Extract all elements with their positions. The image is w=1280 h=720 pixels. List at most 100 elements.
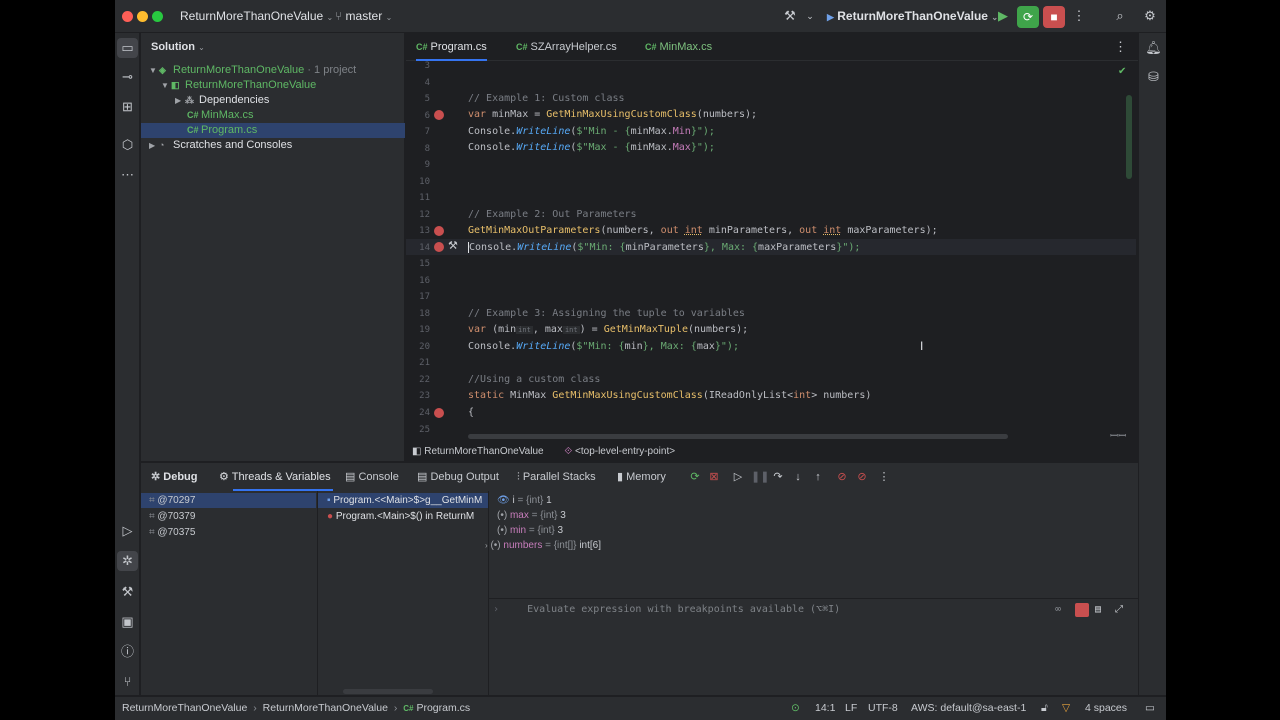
thread-item[interactable]: ⌗ @70297	[149, 495, 195, 506]
line-ending[interactable]: LF	[845, 697, 857, 720]
build-hammer-icon[interactable]: ⚒	[781, 7, 799, 25]
breakpoint-icon[interactable]	[434, 226, 444, 236]
tree-item-dependencies[interactable]: ▶ ⁂ Dependencies	[141, 93, 405, 108]
variable-row[interactable]: › (•) numbers = {int[]} int[6]	[485, 540, 601, 551]
gear-icon[interactable]: ⚙	[1141, 7, 1159, 25]
breakpoint-icon[interactable]	[434, 110, 444, 120]
chevron-right-icon[interactable]: ›	[485, 541, 488, 550]
more-horizontal-icon[interactable]: ⋯	[115, 165, 140, 185]
variable-value: 1	[546, 495, 552, 506]
mute-breakpoints-icon[interactable]: ⊘	[855, 469, 869, 485]
rerun-icon[interactable]: ⟳	[688, 469, 702, 485]
run-configuration-selector[interactable]: ▶ ReturnMoreThanOneValue ⌄	[827, 9, 998, 23]
tree-item-scratches[interactable]: ▶ ◔ Scratches and Consoles	[141, 138, 405, 153]
tree-item-solution[interactable]: ▼ ◈ ReturnMoreThanOneValue · 1 project	[141, 63, 405, 78]
debug-bug-icon[interactable]: ✲	[117, 551, 138, 571]
editor-horizontal-scrollbar[interactable]	[468, 434, 1008, 439]
more-vertical-icon[interactable]: ⋮	[1070, 7, 1088, 25]
tab-console[interactable]: ▤ Console	[345, 469, 399, 485]
tab-memory[interactable]: ▮ Memory	[617, 469, 666, 485]
tab-threads-variables[interactable]: ⚙ Threads & Variables	[219, 469, 331, 485]
tree-item-minmax[interactable]: C# MinMax.cs	[141, 108, 405, 123]
maximize-window-button[interactable]	[152, 11, 163, 22]
git-icon[interactable]: ⑂	[115, 672, 140, 692]
breadcrumb-project[interactable]: ReturnMoreThanOneValue	[424, 446, 543, 457]
pause-icon[interactable]: ❚❚	[751, 469, 769, 485]
status-path-item[interactable]: ReturnMoreThanOneValue	[122, 702, 247, 714]
resume-icon[interactable]: ▷	[731, 469, 745, 485]
line-number: 17	[419, 292, 430, 302]
evaluate-expression-bar[interactable]: › Evaluate expression with breakpoints a…	[489, 598, 1138, 620]
packages-icon[interactable]: ⬡	[115, 135, 140, 155]
code-class: Console	[468, 242, 512, 253]
breadcrumb-member[interactable]: <top-level-entry-point>	[575, 446, 675, 457]
expand-icon[interactable]: ⤢	[1115, 599, 1123, 621]
frame-item[interactable]: ● Program.<Main>$() in ReturnM	[327, 511, 474, 522]
tab-minmax-cs[interactable]: C# MinMax.cs	[645, 33, 712, 61]
tab-debug-output[interactable]: ▤ Debug Output	[417, 469, 499, 485]
tree-item-project[interactable]: ▼ ◧ ReturnMoreThanOneValue	[141, 78, 405, 93]
watches-icon[interactable]: ▤	[1095, 599, 1101, 621]
step-over-icon[interactable]: ↷	[771, 469, 785, 485]
debug-rerun-button[interactable]: ⟳	[1017, 6, 1039, 28]
thread-item[interactable]: ⌗ @70379	[149, 511, 195, 522]
project-selector[interactable]: ReturnMoreThanOneValue ⌄	[180, 9, 333, 23]
commit-icon[interactable]: ⊸	[115, 67, 140, 87]
tab-debug[interactable]: ✲ Debug	[151, 469, 198, 485]
search-icon[interactable]: ⌕	[1111, 7, 1129, 25]
glasses-icon[interactable]: ∞	[1055, 599, 1061, 621]
tab-program-cs[interactable]: C# Program.cs	[416, 33, 487, 61]
frames-scrollbar[interactable]	[343, 689, 433, 694]
folder-icon[interactable]: ▭	[117, 38, 138, 58]
variable-row[interactable]: 👁︎ i = {int} 1	[497, 495, 552, 506]
tab-szarrayhelper-cs[interactable]: C# SZArrayHelper.cs	[516, 33, 617, 61]
breakpoint-icon[interactable]	[434, 242, 444, 252]
tree-item-program[interactable]: C# Program.cs	[141, 123, 405, 138]
more-vertical-icon[interactable]: ⋮	[1114, 33, 1127, 61]
inspection-ok-icon[interactable]: ⊙	[791, 697, 800, 720]
step-into-icon[interactable]: ↓	[791, 469, 805, 485]
filter-icon[interactable]: ▽	[1062, 697, 1070, 720]
notifications-icon[interactable]: 🔔︎	[1141, 38, 1166, 58]
build-tool-icon[interactable]: ⚒	[115, 582, 140, 602]
variable-type: {int}	[537, 525, 555, 536]
reader-mode-icon[interactable]: ꟷꟷ	[1110, 428, 1126, 442]
solution-header[interactable]: Solution ⌄	[151, 41, 205, 53]
lock-icon[interactable]: 🔓︎	[1041, 697, 1048, 720]
problems-icon[interactable]: ⓘ	[115, 642, 140, 662]
more-vertical-icon[interactable]: ⋮	[877, 469, 891, 485]
chevron-down-icon: ⌄	[198, 43, 205, 52]
stop-icon[interactable]: ⊠	[707, 469, 721, 485]
thread-item[interactable]: ⌗ @70375	[149, 527, 195, 538]
stop-button[interactable]: ■	[1043, 6, 1065, 28]
close-window-button[interactable]	[122, 11, 133, 22]
chevron-down-icon[interactable]: ⌄	[801, 7, 819, 25]
hammer-icon[interactable]: ⚒	[448, 239, 458, 252]
code-property: Min	[672, 126, 691, 137]
variable-row[interactable]: (•) min = {int} 3	[497, 525, 563, 536]
indent-setting[interactable]: 4 spaces	[1085, 697, 1127, 720]
minimize-window-button[interactable]	[137, 11, 148, 22]
database-icon[interactable]: ⛁	[1141, 67, 1166, 87]
status-path-item[interactable]: Program.cs	[416, 702, 470, 714]
step-out-icon[interactable]: ↑	[811, 469, 825, 485]
code-text: (numbers,	[600, 225, 661, 236]
project-name: ReturnMoreThanOneValue	[180, 9, 324, 23]
status-path-item[interactable]: ReturnMoreThanOneValue	[263, 702, 388, 714]
caret-position[interactable]: 14:1	[815, 697, 835, 720]
run-tool-icon[interactable]: ▷	[115, 521, 140, 541]
frame-item[interactable]: ▪ Program.<<Main>$>g__GetMinM	[327, 495, 482, 506]
breakpoint-icon[interactable]	[434, 408, 444, 418]
structure-icon[interactable]: ⊞	[115, 97, 140, 117]
file-encoding[interactable]: UTF-8	[868, 697, 898, 720]
aws-profile[interactable]: AWS: default@sa-east-1	[911, 697, 1026, 720]
variable-row[interactable]: (•) max = {int} 3	[497, 510, 566, 521]
run-icon[interactable]: ▶	[994, 7, 1012, 25]
tab-parallel-stacks[interactable]: ⫶ Parallel Stacks	[517, 469, 596, 485]
view-breakpoints-icon[interactable]: ⊘	[835, 469, 849, 485]
terminal-icon[interactable]: ▣	[115, 612, 140, 632]
notification-icon[interactable]: ▭	[1145, 697, 1155, 720]
editor-vertical-scrollbar[interactable]	[1126, 95, 1132, 179]
breakpoints-toggle-icon[interactable]	[1075, 603, 1089, 617]
branch-selector[interactable]: ⑂ master ⌄	[335, 9, 392, 23]
